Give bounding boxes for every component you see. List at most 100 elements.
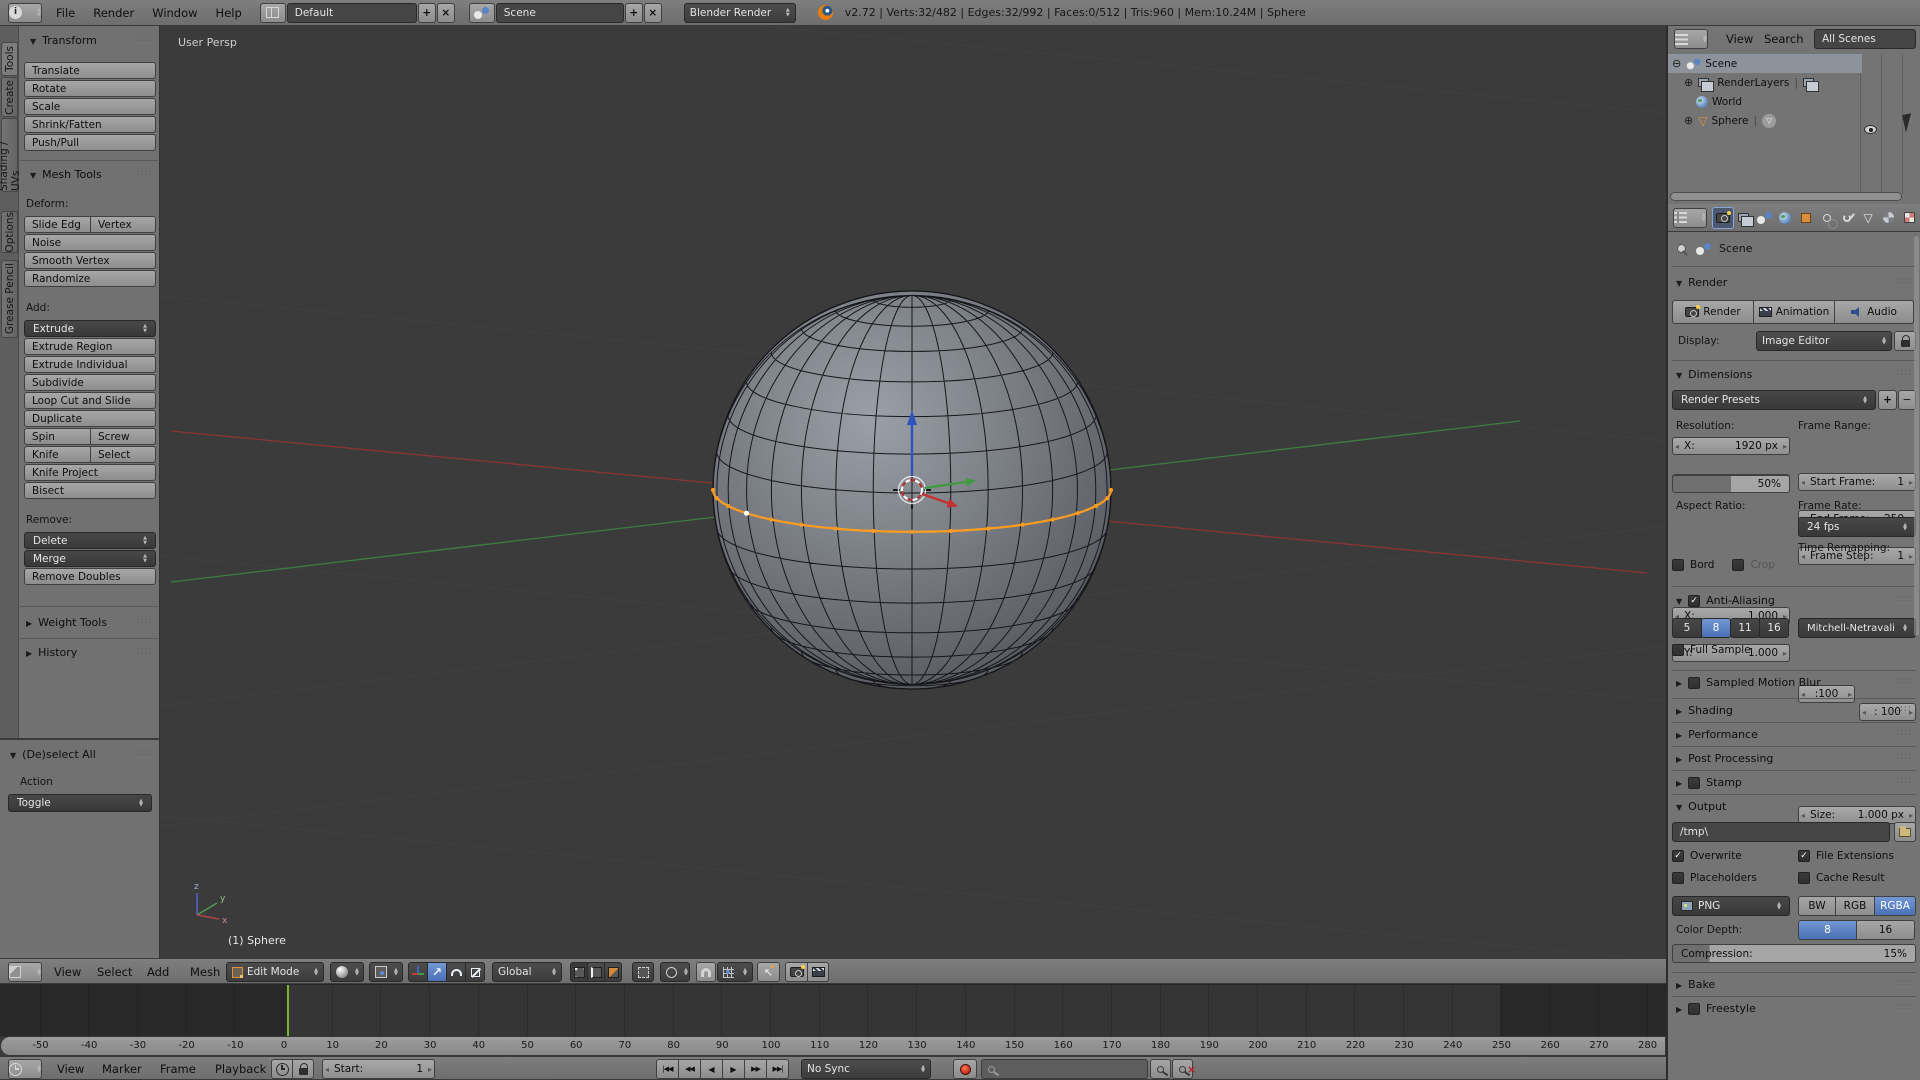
viewport-menu-select[interactable]: Select xyxy=(95,965,134,979)
tool-extrude-menu[interactable]: Extrude xyxy=(24,320,156,337)
shelf-tab-tools[interactable]: Tools xyxy=(1,42,18,76)
editor-type-button-3dview[interactable] xyxy=(8,962,42,982)
outliner-menu-search[interactable]: Search xyxy=(1762,32,1806,46)
panel-drag-dots[interactable] xyxy=(137,168,153,178)
panel-drag-dots[interactable] xyxy=(1896,704,1912,714)
tool-remove-doubles[interactable]: Remove Doubles xyxy=(24,568,156,585)
timeline-menu-playback[interactable]: Playback xyxy=(213,1062,268,1076)
shelf-tab-create[interactable]: Create xyxy=(1,77,18,117)
expand-icon[interactable] xyxy=(1684,77,1693,88)
panel-header-post-processing[interactable]: Post Processing xyxy=(1676,752,1773,765)
expand-icon[interactable] xyxy=(1684,115,1693,126)
viewport-menu-add[interactable]: Add xyxy=(145,965,171,979)
tab-texture[interactable] xyxy=(1899,208,1920,228)
jump-to-end-button[interactable]: ▶▶| xyxy=(766,1059,789,1079)
depth-16-button[interactable]: 16 xyxy=(1856,920,1915,940)
tool-extrude-region[interactable]: Extrude Region xyxy=(24,338,156,355)
tool-noise[interactable]: Noise xyxy=(24,234,156,251)
panel-header-freestyle[interactable]: Freestyle xyxy=(1676,1002,1756,1015)
panel-header-mesh-tools[interactable]: Mesh Tools xyxy=(30,168,102,181)
jump-to-start-button[interactable]: |◀◀ xyxy=(656,1059,679,1079)
tab-scene[interactable] xyxy=(1754,208,1775,228)
tool-duplicate[interactable]: Duplicate xyxy=(24,410,156,427)
scene-browse-button[interactable] xyxy=(469,3,495,23)
tool-screw[interactable]: Screw xyxy=(90,428,156,445)
panel-header-history[interactable]: History xyxy=(26,646,77,659)
mode-dropdown[interactable]: Edit Mode xyxy=(226,962,324,982)
aa-samples-5[interactable]: 5 xyxy=(1672,618,1702,638)
viewport-shading-dropdown[interactable] xyxy=(330,962,364,982)
panel-header-motion-blur[interactable]: Sampled Motion Blur xyxy=(1676,676,1821,689)
tool-shrink-fatten[interactable]: Shrink/Fatten xyxy=(24,116,156,133)
crop-checkbox[interactable] xyxy=(1732,559,1744,571)
tab-object[interactable] xyxy=(1796,208,1817,228)
outliner-row-sphere[interactable]: Sphere | xyxy=(1668,111,1920,130)
edge-select-button[interactable] xyxy=(587,962,605,982)
render-presets-dropdown[interactable]: Render Presets xyxy=(1672,390,1876,410)
aa-filter-dropdown[interactable]: Mitchell-Netravali xyxy=(1798,618,1916,638)
manipulator-rotate-button[interactable] xyxy=(446,962,466,982)
panel-drag-dots[interactable] xyxy=(1896,728,1912,738)
tool-spin[interactable]: Spin xyxy=(24,428,91,445)
use-preview-range-button[interactable] xyxy=(271,1059,293,1079)
color-bw-button[interactable]: BW xyxy=(1798,896,1836,916)
panel-drag-dots[interactable] xyxy=(137,616,153,626)
editor-type-button-properties[interactable] xyxy=(1673,208,1707,228)
tab-render-layers[interactable] xyxy=(1733,208,1754,228)
panel-header-transform[interactable]: Transform xyxy=(30,34,97,47)
scene-name-field[interactable]: Scene xyxy=(496,3,624,23)
play-button[interactable]: ▶ xyxy=(722,1059,745,1079)
resolution-percentage-slider[interactable]: 50% xyxy=(1672,475,1790,493)
panel-header-anti-aliasing[interactable]: Anti-Aliasing xyxy=(1676,594,1775,607)
frame-rate-dropdown[interactable]: 24 fps xyxy=(1798,517,1916,537)
editor-type-button-info[interactable] xyxy=(8,3,42,23)
timeline-menu-view[interactable]: View xyxy=(55,1062,86,1076)
panel-drag-dots[interactable] xyxy=(1896,1002,1912,1012)
border-checkbox[interactable] xyxy=(1672,559,1684,571)
render-animation-button[interactable]: Animation xyxy=(1753,300,1835,324)
next-keyframe-button[interactable]: ▶▶ xyxy=(744,1059,767,1079)
menu-render[interactable]: Render xyxy=(91,6,136,20)
transform-orientation-dropdown[interactable]: Global xyxy=(492,962,562,982)
aa-samples-8[interactable]: 8 xyxy=(1701,618,1731,638)
outliner-menu-view[interactable]: View xyxy=(1724,32,1755,46)
face-select-button[interactable] xyxy=(604,962,622,982)
display-lock-button[interactable] xyxy=(1894,331,1916,351)
outliner-row-world[interactable]: World xyxy=(1668,92,1920,111)
snap-target-button[interactable] xyxy=(757,962,780,982)
current-frame-marker[interactable] xyxy=(287,985,289,1037)
render-still-button[interactable]: Render xyxy=(1672,300,1754,324)
freestyle-checkbox[interactable] xyxy=(1688,1003,1700,1015)
keying-set-field[interactable] xyxy=(981,1059,1148,1079)
tab-world[interactable] xyxy=(1775,208,1796,228)
restrict-view-icon[interactable] xyxy=(1864,125,1877,134)
cache-result-checkbox[interactable] xyxy=(1798,872,1810,884)
compression-slider[interactable]: Compression:15% xyxy=(1672,944,1916,963)
properties-vscrollbar[interactable] xyxy=(1914,236,1919,636)
tab-constraints[interactable] xyxy=(1816,208,1837,228)
tab-object-data[interactable] xyxy=(1858,208,1879,228)
panel-header-stamp[interactable]: Stamp xyxy=(1676,776,1742,789)
viewport-3d[interactable]: z y x xyxy=(160,26,1666,958)
panel-header-redo[interactable]: (De)select All xyxy=(10,748,96,761)
resolution-x-field[interactable]: X:1920 px xyxy=(1672,437,1790,455)
color-rgb-button[interactable]: RGB xyxy=(1835,896,1875,916)
panel-drag-dots[interactable] xyxy=(1896,368,1912,378)
outliner-scope-dropdown[interactable]: All Scenes xyxy=(1814,29,1916,49)
layout-name-field[interactable]: Default xyxy=(287,3,417,23)
shelf-tab-grease-pencil[interactable]: Grease Pencil xyxy=(1,260,18,338)
panel-drag-dots[interactable] xyxy=(137,646,153,656)
browse-output-button[interactable] xyxy=(1894,822,1916,842)
overwrite-checkbox[interactable] xyxy=(1672,850,1684,862)
panel-drag-dots[interactable] xyxy=(1896,594,1912,604)
manipulator-axes-button[interactable] xyxy=(408,962,428,982)
panel-drag-dots[interactable] xyxy=(1896,978,1912,988)
render-engine-dropdown[interactable]: Blender Render xyxy=(684,3,796,23)
outliner-row-scene[interactable]: Scene xyxy=(1668,54,1862,73)
aa-samples-16[interactable]: 16 xyxy=(1759,618,1789,638)
full-sample-checkbox[interactable] xyxy=(1672,644,1684,656)
panel-drag-dots[interactable] xyxy=(137,34,153,44)
editor-type-button-timeline[interactable] xyxy=(8,1059,42,1079)
shelf-tab-shading-uvs[interactable]: Shading / UVs xyxy=(1,118,18,192)
panel-header-performance[interactable]: Performance xyxy=(1676,728,1758,741)
